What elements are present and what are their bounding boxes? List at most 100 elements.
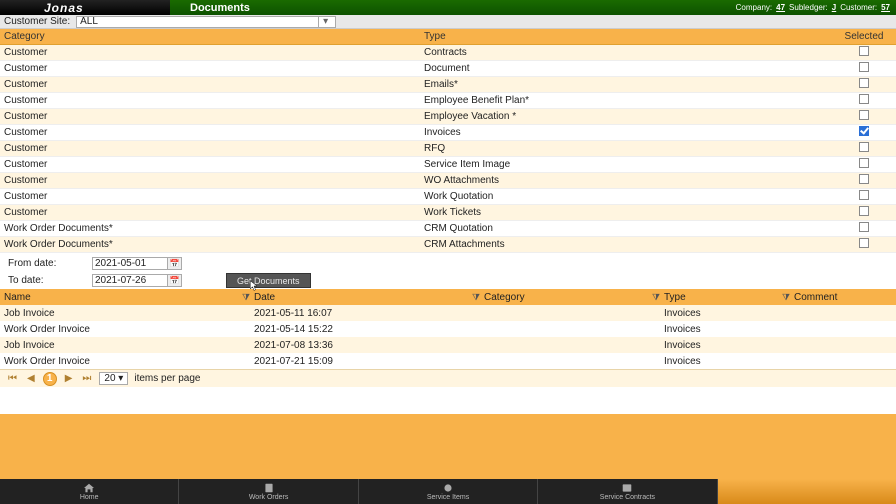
doc-row[interactable]: CustomerRFQ [0,141,896,157]
doc-row[interactable]: CustomerEmployee Vacation * [0,109,896,125]
selected-checkbox[interactable] [859,46,869,56]
doc-category-cell: Work Order Documents* [4,223,424,234]
doc-row[interactable]: CustomerDocument [0,61,896,77]
doc-category-cell: Customer [4,191,424,202]
header-name-label: Name [4,292,31,303]
page-size-select[interactable]: 20 ▾ [99,372,128,385]
doc-category-cell: Work Order Documents* [4,239,424,250]
contract-icon [621,483,633,493]
doc-table-header: Category Type Selected [0,29,896,45]
selected-checkbox[interactable] [859,78,869,88]
selected-checkbox[interactable] [859,110,869,120]
from-date-input[interactable]: 2021-05-01 [92,257,168,270]
result-date-cell: 2021-07-08 13:36 [254,340,484,351]
filter-icon[interactable]: ⧩ [242,292,250,303]
footer-si-label: Service Items [427,494,469,501]
doc-selected-cell [836,142,892,155]
footer-service-items[interactable]: Service Items [359,479,538,504]
selected-checkbox[interactable] [859,206,869,216]
doc-row[interactable]: CustomerService Item Image [0,157,896,173]
customer-site-dropdown[interactable]: ALL ▾ [76,16,336,28]
company-label: Company: [736,3,772,12]
result-date-cell: 2021-05-14 15:22 [254,324,484,335]
pager-prev-button[interactable]: ◀ [25,373,37,384]
doc-selected-cell [836,238,892,251]
selected-checkbox[interactable] [859,238,869,248]
footer-home[interactable]: Home [0,479,179,504]
header-selected[interactable]: Selected [836,31,892,42]
doc-type-cell: CRM Attachments [424,239,836,250]
header-name[interactable]: Name ⧩ [4,292,254,303]
selected-checkbox[interactable] [859,62,869,72]
filter-icon[interactable]: ⧩ [782,292,790,303]
header-type[interactable]: Type⧩ [664,292,794,303]
page-size-value: 20 [104,373,115,384]
doc-category-cell: Customer [4,207,424,218]
calendar-icon[interactable]: 📅 [168,257,182,270]
header-category-label: Category [484,292,525,303]
header-category[interactable]: Category ⧩ [484,292,664,303]
to-date-input[interactable]: 2021-07-26 [92,274,168,287]
selected-checkbox[interactable] [859,222,869,232]
doc-selected-cell [836,94,892,107]
topbar-title-band: Documents Company: 47 Subledger: J Custo… [170,0,896,15]
pager-current-page[interactable]: 1 [43,372,57,386]
filter-icon[interactable]: ⧩ [472,292,480,303]
selected-checkbox[interactable] [859,190,869,200]
footer-service-contracts[interactable]: Service Contracts [538,479,717,504]
result-row[interactable]: Work Order Invoice2021-07-21 15:09Invoic… [0,353,896,369]
pager-first-button[interactable]: ⏮ [6,373,19,384]
gear-icon [442,483,454,493]
doc-row[interactable]: CustomerWork Tickets [0,205,896,221]
customer-value[interactable]: 57 [881,3,890,12]
selected-checkbox[interactable] [859,126,869,136]
subledger-value[interactable]: J [832,3,836,12]
footer-documents[interactable] [718,479,896,504]
footer-work-orders[interactable]: Work Orders [179,479,358,504]
subledger-label: Subledger: [789,3,828,12]
doc-row[interactable]: CustomerEmployee Benefit Plan* [0,93,896,109]
header-date-label: Date [254,292,275,303]
doc-selected-cell [836,174,892,187]
doc-category-cell: Customer [4,47,424,58]
doc-type-cell: Emails* [424,79,836,90]
result-row[interactable]: Job Invoice2021-05-11 16:07Invoices [0,305,896,321]
doc-type-cell: Contracts [424,47,836,58]
selected-checkbox[interactable] [859,142,869,152]
doc-row[interactable]: CustomerWork Quotation [0,189,896,205]
selected-checkbox[interactable] [859,158,869,168]
context-info: Company: 47 Subledger: J Customer: 57 [736,0,890,15]
result-name-cell: Work Order Invoice [4,356,254,367]
doc-type-cell: RFQ [424,143,836,154]
doc-row[interactable]: CustomerEmails* [0,77,896,93]
pager-next-button[interactable]: ▶ [63,373,75,384]
header-date[interactable]: Date ⧩ [254,292,484,303]
doc-row[interactable]: CustomerContracts [0,45,896,61]
doc-row[interactable]: Work Order Documents*CRM Quotation [0,221,896,237]
get-documents-button[interactable]: Get Documents [226,273,311,288]
header-comment[interactable]: Comment [794,292,892,303]
from-date-row: From date: 2021-05-01 📅 [0,255,896,272]
doc-row[interactable]: Work Order Documents*CRM Attachments [0,237,896,253]
doc-category-cell: Customer [4,95,424,106]
filter-icon[interactable]: ⧩ [652,292,660,303]
page-size-label: items per page [134,373,200,384]
cursor-icon [249,280,259,292]
result-row[interactable]: Work Order Invoice2021-05-14 15:22Invoic… [0,321,896,337]
result-date-cell: 2021-07-21 15:09 [254,356,484,367]
header-category[interactable]: Category [4,31,424,42]
header-type[interactable]: Type [424,31,836,42]
doc-selected-cell [836,62,892,75]
doc-category-cell: Customer [4,159,424,170]
doc-row[interactable]: CustomerWO Attachments [0,173,896,189]
result-type-cell: Invoices [664,340,794,351]
result-row[interactable]: Job Invoice2021-07-08 13:36Invoices [0,337,896,353]
results-header: Name ⧩ Date ⧩ Category ⧩ Type⧩ Comment [0,289,896,305]
doc-type-cell: Invoices [424,127,836,138]
calendar-icon[interactable]: 📅 [168,274,182,287]
pager-last-button[interactable]: ⏭ [80,373,93,384]
doc-row[interactable]: CustomerInvoices [0,125,896,141]
selected-checkbox[interactable] [859,174,869,184]
company-value[interactable]: 47 [776,3,785,12]
selected-checkbox[interactable] [859,94,869,104]
